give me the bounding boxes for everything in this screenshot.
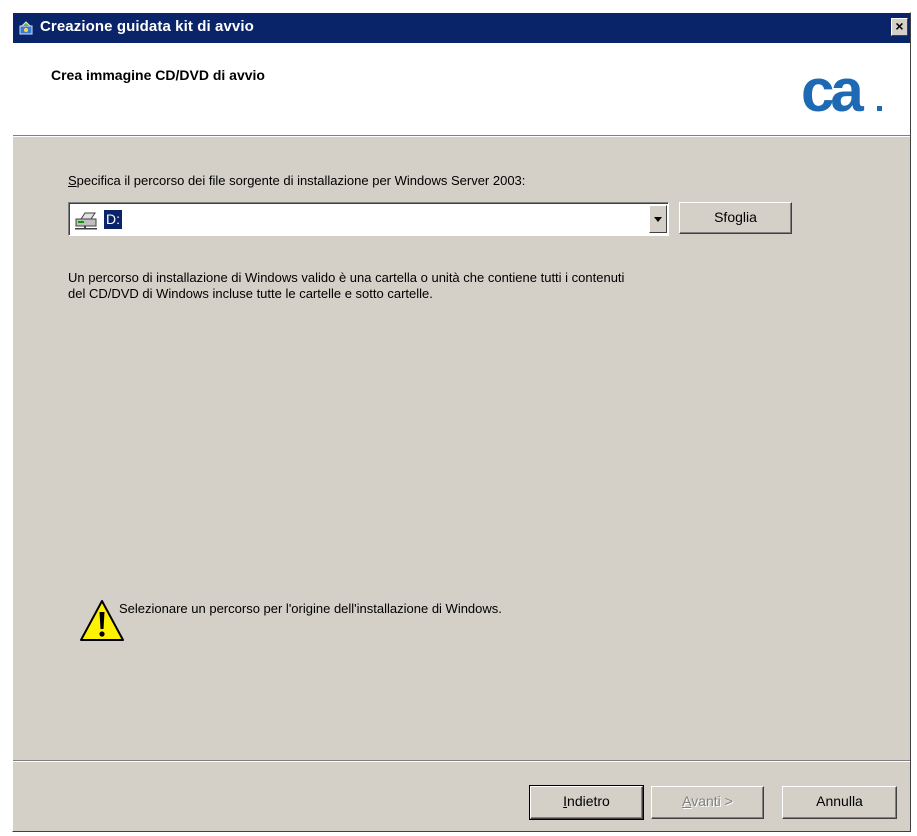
header-divider xyxy=(13,136,910,137)
info-line-1: Un percorso di installazione di Windows … xyxy=(68,270,625,285)
next-button[interactable]: Avanti > xyxy=(651,786,764,819)
wizard-window: Creazione guidata kit di avvio × Crea im… xyxy=(12,12,911,832)
ca-logo: ca xyxy=(801,65,882,117)
close-button[interactable]: × xyxy=(891,18,908,36)
browse-button[interactable]: Sfoglia xyxy=(679,202,792,234)
svg-text:ca: ca xyxy=(801,65,864,117)
source-path-value: D: xyxy=(104,210,122,229)
source-path-label: Specifica il percorso dei file sorgente … xyxy=(68,173,526,188)
combo-dropdown-button[interactable] xyxy=(649,205,667,233)
wizard-app-icon xyxy=(19,21,33,35)
network-drive-icon xyxy=(75,212,97,230)
source-path-combobox[interactable]: D: xyxy=(68,202,669,236)
back-button[interactable]: Indietro xyxy=(529,785,644,820)
close-icon: × xyxy=(895,18,904,34)
wizard-header: Crea immagine CD/DVD di avvio ca xyxy=(13,43,910,136)
window-title: Creazione guidata kit di avvio xyxy=(40,18,254,35)
cancel-button[interactable]: Annulla xyxy=(782,786,897,819)
warning-message: Selezionare un percorso per l'origine de… xyxy=(119,601,502,616)
page-title: Crea immagine CD/DVD di avvio xyxy=(51,67,265,83)
title-bar[interactable]: Creazione guidata kit di avvio × xyxy=(13,13,910,43)
info-line-2: del CD/DVD di Windows incluse tutte le c… xyxy=(68,286,433,301)
